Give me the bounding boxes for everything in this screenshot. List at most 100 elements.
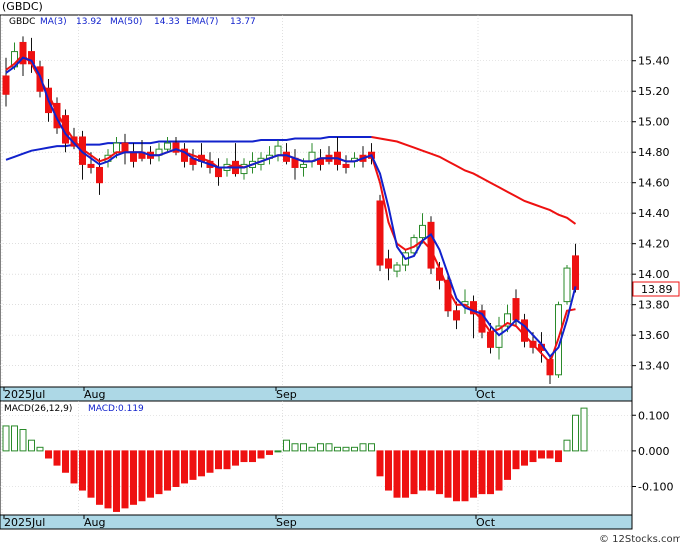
price-tick-label: 14.20	[638, 238, 670, 251]
macd-bar	[487, 450, 494, 495]
macd-bar	[215, 450, 222, 470]
macd-bar	[342, 446, 350, 452]
watermark: © 12Stocks.com	[599, 534, 680, 545]
candle-body	[121, 142, 129, 153]
macd-bar	[11, 425, 18, 452]
macd-bar	[291, 443, 299, 452]
candle-body	[419, 224, 426, 239]
candle-body	[164, 142, 171, 150]
price-tick-label: 14.80	[638, 146, 670, 159]
price-panel	[0, 14, 633, 388]
macd-tick-label: 0.000	[638, 445, 670, 458]
macd-bar	[521, 450, 528, 466]
macd-bar	[572, 414, 579, 452]
price-tick-label: 14.40	[638, 207, 670, 220]
macd-bar	[113, 450, 120, 512]
candle-body	[376, 200, 384, 266]
candle	[563, 265, 571, 305]
macd-bar	[87, 450, 95, 498]
candle-body	[300, 163, 307, 168]
macd-bar	[504, 450, 511, 480]
candle	[376, 194, 384, 272]
macd-bar	[427, 450, 435, 491]
macd-bar	[53, 450, 61, 466]
macd-bar	[232, 450, 239, 466]
candle-body	[2, 75, 10, 95]
macd-tick-label: 0.100	[638, 409, 670, 422]
macd-bar	[359, 443, 367, 452]
macd-bar	[172, 450, 180, 487]
macd-bar	[79, 450, 86, 491]
price-y-axis: 15.40 15.20 15.00 14.80 14.60 14.40 14.20 14.00…	[632, 55, 670, 373]
candle-body	[572, 255, 579, 290]
macd-bar	[351, 446, 358, 452]
candle-body	[274, 145, 282, 156]
candle-body	[87, 163, 95, 168]
macd-bar	[147, 450, 154, 498]
macd-bar	[470, 450, 477, 498]
legend-ma3-value: 13.92	[76, 17, 102, 27]
macd-bar	[478, 450, 486, 495]
candle-body	[113, 142, 120, 153]
chart-title: (GBDC)	[2, 0, 43, 13]
macd-bar	[546, 450, 554, 459]
macd-bar	[563, 439, 571, 452]
macd-bar	[376, 450, 384, 477]
macd-bar	[138, 450, 146, 502]
macd-bar	[198, 450, 205, 477]
macd-title: MACD(26,12,9)	[4, 404, 72, 414]
candle-body	[487, 331, 494, 348]
date-label: Oct	[476, 388, 496, 401]
macd-bar	[223, 450, 231, 470]
macd-bar	[325, 443, 333, 452]
legend-ma3-label: MA(3)	[40, 17, 67, 27]
macd-bar	[495, 450, 503, 491]
candle-body	[342, 163, 350, 168]
macd-bar	[19, 429, 27, 452]
price-tick-label: 15.20	[638, 85, 670, 98]
candle-body	[385, 258, 392, 269]
macd-bar	[419, 450, 426, 491]
macd-bar	[453, 450, 460, 502]
macd-bar	[300, 443, 307, 452]
macd-bar	[70, 450, 78, 484]
candle-body	[512, 298, 520, 321]
date-label: Oct	[476, 516, 496, 529]
macd-bar	[538, 450, 545, 459]
macd-bar	[249, 450, 256, 463]
candle-body	[393, 264, 401, 272]
legend-ema7-value: 13.77	[230, 17, 256, 27]
legend-symbol: GBDC	[9, 17, 35, 27]
last-price-value: 13.89	[641, 283, 673, 296]
macd-bar	[189, 450, 197, 480]
candle-body	[563, 267, 571, 303]
macd-bar	[368, 443, 375, 452]
legend-ma50-label: MA(50)	[110, 17, 142, 27]
candle-body	[427, 221, 435, 269]
candle	[427, 216, 435, 275]
macd-bar	[155, 450, 163, 495]
date-label: Aug	[84, 516, 105, 529]
macd-value: MACD:0.119	[88, 404, 144, 414]
macd-bar	[334, 446, 341, 452]
macd-bar	[512, 450, 520, 470]
macd-bar	[436, 450, 443, 495]
macd-bar	[2, 425, 10, 452]
macd-bar	[529, 450, 537, 463]
price-tick-label: 15.40	[638, 55, 670, 68]
price-tick-label: 15.00	[638, 116, 670, 129]
macd-bar	[274, 450, 282, 453]
legend-ema7-label: EMA(7)	[186, 17, 218, 27]
macd-bar	[181, 450, 188, 484]
macd-bar	[555, 450, 562, 463]
macd-bar	[402, 450, 409, 498]
stock-chart: 15.40 15.20 15.00 14.80 14.60 14.40 14.20 14.00…	[0, 0, 680, 545]
macd-bar	[62, 450, 69, 473]
macd-bar	[240, 450, 248, 463]
legend-ma50-value: 14.33	[154, 17, 180, 27]
macd-bar	[461, 450, 469, 502]
macd-bar	[206, 450, 214, 473]
macd-bar	[28, 439, 35, 452]
date-label: 2025Jul	[4, 388, 45, 401]
macd-bar	[393, 450, 401, 498]
